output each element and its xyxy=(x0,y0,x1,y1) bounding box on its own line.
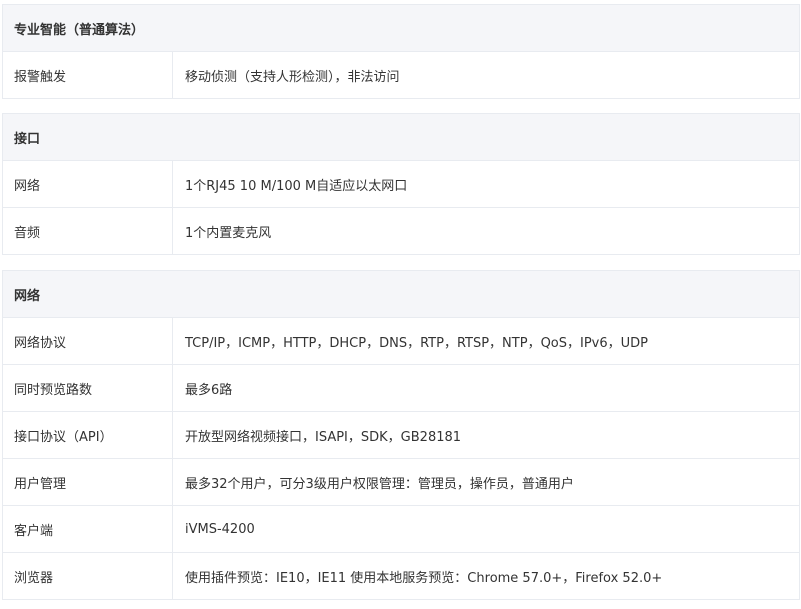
table-row: 音频 1个内置麦克风 xyxy=(2,207,801,255)
spec-value: 1个RJ45 10 M/100 M自适应以太网口 xyxy=(171,160,801,208)
table-row: 浏览器 使用插件预览：IE10，IE11 使用本地服务预览：Chrome 57.… xyxy=(2,552,801,600)
spec-label: 客户端 xyxy=(2,505,173,553)
table-row: 网络 1个RJ45 10 M/100 M自适应以太网口 xyxy=(2,160,801,208)
spec-value: 1个内置麦克风 xyxy=(171,207,801,255)
spec-label: 浏览器 xyxy=(2,552,173,600)
table-row: 用户管理 最多32个用户，可分3级用户权限管理：管理员，操作员，普通用户 xyxy=(2,458,801,506)
spec-section-smart: 专业智能（普通算法） 报警触发 移动侦测（支持人形检测），非法访问 xyxy=(1,4,801,99)
spec-page: 专业智能（普通算法） 报警触发 移动侦测（支持人形检测），非法访问 接口 网络 … xyxy=(0,0,801,609)
spec-label: 网络 xyxy=(2,160,173,208)
section-title: 接口 xyxy=(1,113,801,161)
table-row: 同时预览路数 最多6路 xyxy=(2,364,801,412)
spec-label: 音频 xyxy=(2,207,173,255)
table-row: 网络协议 TCP/IP，ICMP，HTTP，DHCP，DNS，RTP，RTSP，… xyxy=(2,317,801,365)
spec-value: 开放型网络视频接口，ISAPI，SDK，GB28181 xyxy=(171,411,801,459)
table-row: 报警触发 移动侦测（支持人形检测），非法访问 xyxy=(2,51,801,99)
section-header: 专业智能（普通算法） xyxy=(1,4,801,52)
spec-value: 使用插件预览：IE10，IE11 使用本地服务预览：Chrome 57.0+，F… xyxy=(171,552,801,600)
spec-label: 网络协议 xyxy=(2,317,173,365)
spec-value: TCP/IP，ICMP，HTTP，DHCP，DNS，RTP，RTSP，NTP，Q… xyxy=(171,317,801,365)
spec-label: 用户管理 xyxy=(2,458,173,506)
section-title: 网络 xyxy=(1,270,801,318)
spec-value: iVMS-4200 xyxy=(171,505,801,553)
spec-value: 移动侦测（支持人形检测），非法访问 xyxy=(171,51,801,99)
table-row: 接口协议（API） 开放型网络视频接口，ISAPI，SDK，GB28181 xyxy=(2,411,801,459)
spec-value: 最多32个用户，可分3级用户权限管理：管理员，操作员，普通用户 xyxy=(171,458,801,506)
spec-label: 接口协议（API） xyxy=(2,411,173,459)
spec-label: 同时预览路数 xyxy=(2,364,173,412)
section-header: 网络 xyxy=(1,270,801,318)
spec-section-interface: 接口 网络 1个RJ45 10 M/100 M自适应以太网口 音频 1个内置麦克… xyxy=(1,113,801,255)
spec-section-network: 网络 网络协议 TCP/IP，ICMP，HTTP，DHCP，DNS，RTP，RT… xyxy=(1,270,801,600)
section-title: 专业智能（普通算法） xyxy=(1,4,801,52)
table-row: 客户端 iVMS-4200 xyxy=(2,505,801,553)
spec-value: 最多6路 xyxy=(171,364,801,412)
section-header: 接口 xyxy=(1,113,801,161)
spec-label: 报警触发 xyxy=(2,51,173,99)
